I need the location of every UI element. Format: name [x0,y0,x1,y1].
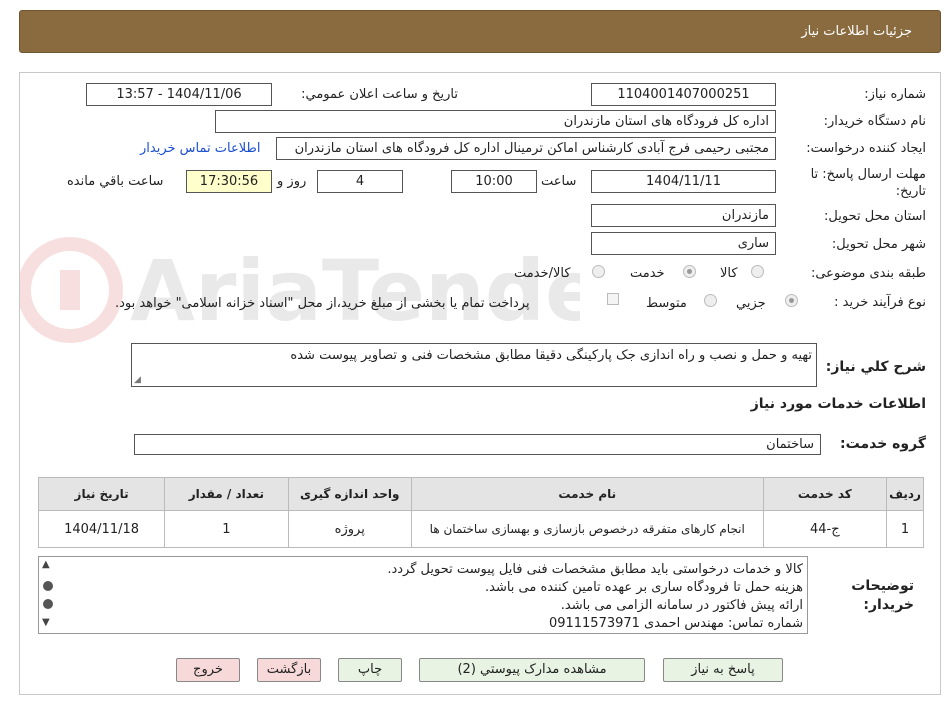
treasury-payment-checkbox[interactable] [607,293,619,305]
scroll-thumb-icon[interactable] [43,581,53,591]
process-option-medium: متوسط [646,296,687,311]
announce-label: تاریخ و ساعت اعلان عمومي: [301,87,458,102]
col-unit-header: واحد اندازه گیری [287,477,412,511]
buyer-org-field: اداره کل فرودگاه های استان مازندران [215,110,776,133]
resize-grip-icon[interactable]: ◢ [134,375,141,385]
page-header: جزئیات اطلاعات نیاز [19,10,941,53]
province-field: مازندران [591,204,776,227]
col-date-header: تاریخ نیاز [37,477,166,511]
creator-field: مجتبی رحیمی فرج آبادی کارشناس اماکن ترمی… [276,137,776,160]
notes-scrollbar[interactable]: ▲ ▼ [41,559,55,631]
scroll-dot-icon [43,599,53,609]
category-radio-goods-service[interactable] [592,265,605,278]
cell-row-number: 1 [886,510,924,548]
scroll-down-icon[interactable]: ▼ [42,617,50,628]
col-qty-header: تعداد / مقدار [164,477,289,511]
days-label: روز و [277,174,307,189]
deadline-date-field: 1404/11/11 [591,170,776,193]
back-button[interactable]: بازگشت [257,658,321,682]
need-number-field: 1104001407000251 [591,83,776,106]
buyer-org-label: نام دستگاه خریدار: [823,114,926,129]
deadline-label: مهلت ارسال پاسخ: تا تاریخ: [810,167,926,199]
category-option-goods: کالا [720,266,738,281]
need-number-label: شماره نیاز: [864,87,926,102]
process-radio-minor[interactable] [785,294,798,307]
col-code-header: کد خدمت [762,477,888,511]
time-label: ساعت [541,174,577,189]
category-option-goods-service: کالا/خدمت [514,266,571,281]
summary-text: تهیه و حمل و نصب و راه اندازی جک پارکینگ… [290,348,812,363]
city-label: شهر محل تحویل: [831,237,926,252]
cell-service-code: ج-44 [762,510,888,548]
print-button[interactable]: چاپ [338,658,402,682]
cell-quantity: 1 [164,510,289,548]
buyer-note-line: شماره تماس: مهندس احمدی 09111573971 [548,616,803,631]
col-row-header: ردیف [886,477,924,511]
deadline-time-field: 10:00 [451,170,537,193]
table-row: 1 ج-44 انجام کارهای متفرقه درخصوص بازساز… [37,510,924,548]
table-header-row: ردیف کد خدمت نام خدمت واحد اندازه گیری ت… [37,477,924,511]
buyer-contact-link[interactable]: اطلاعات تماس خریدار [140,141,260,156]
summary-label: شرح كلي نياز: [825,359,926,375]
cell-service-name: انجام کارهای متفرقه درخصوص بازسازی و بهس… [410,510,764,548]
payment-note: پرداخت تمام یا بخشی از مبلغ خرید،از محل … [115,296,530,311]
page-title: جزئیات اطلاعات نیاز [801,24,912,39]
buyer-notes-label: توضیحات خریدار: [851,578,914,613]
announce-field: 1404/11/06 - 13:57 [86,83,272,106]
buyer-notes-box: کالا و خدمات درخواستی باید مطابق مشخصات … [38,556,808,634]
remaining-label: ساعت باقي مانده [67,174,164,189]
services-heading: اطلاعات خدمات مورد نياز [750,396,926,412]
buyer-note-line: هزینه حمل تا فرودگاه ساری بر عهده تامین … [485,580,803,595]
days-field: 4 [317,170,403,193]
scroll-up-icon[interactable]: ▲ [42,559,50,570]
process-radio-medium[interactable] [704,294,717,307]
process-option-minor: جزيي [736,296,766,311]
creator-label: ایجاد کننده درخواست: [806,141,926,156]
service-group-field: ساختمان [134,434,821,455]
service-group-label: گروه خدمت: [840,436,926,452]
exit-button[interactable]: خروج [176,658,240,682]
city-field: ساری [591,232,776,255]
col-name-header: نام خدمت [410,477,764,511]
cell-unit: پروژه [287,510,412,548]
category-label: طبقه بندی موضوعی: [810,266,926,281]
reply-to-need-button[interactable]: پاسخ به نیاز [663,658,783,682]
category-radio-goods[interactable] [751,265,764,278]
category-option-service: خدمت [630,266,665,281]
buyer-note-line: ارائه پیش فاکتور در سامانه الزامی می باش… [560,598,803,613]
remaining-time-field: 17:30:56 [186,170,272,193]
view-attachments-button[interactable]: مشاهده مدارک پیوستي (2) [419,658,645,682]
process-label: نوع فرآیند خرید : [834,295,926,310]
buyer-note-line: کالا و خدمات درخواستی باید مطابق مشخصات … [387,562,803,577]
services-table: ردیف کد خدمت نام خدمت واحد اندازه گیری ت… [37,477,924,548]
summary-field: تهیه و حمل و نصب و راه اندازی جک پارکینگ… [131,343,817,387]
province-label: استان محل تحویل: [824,209,926,224]
category-radio-service[interactable] [683,265,696,278]
cell-need-date: 1404/11/18 [37,510,166,548]
